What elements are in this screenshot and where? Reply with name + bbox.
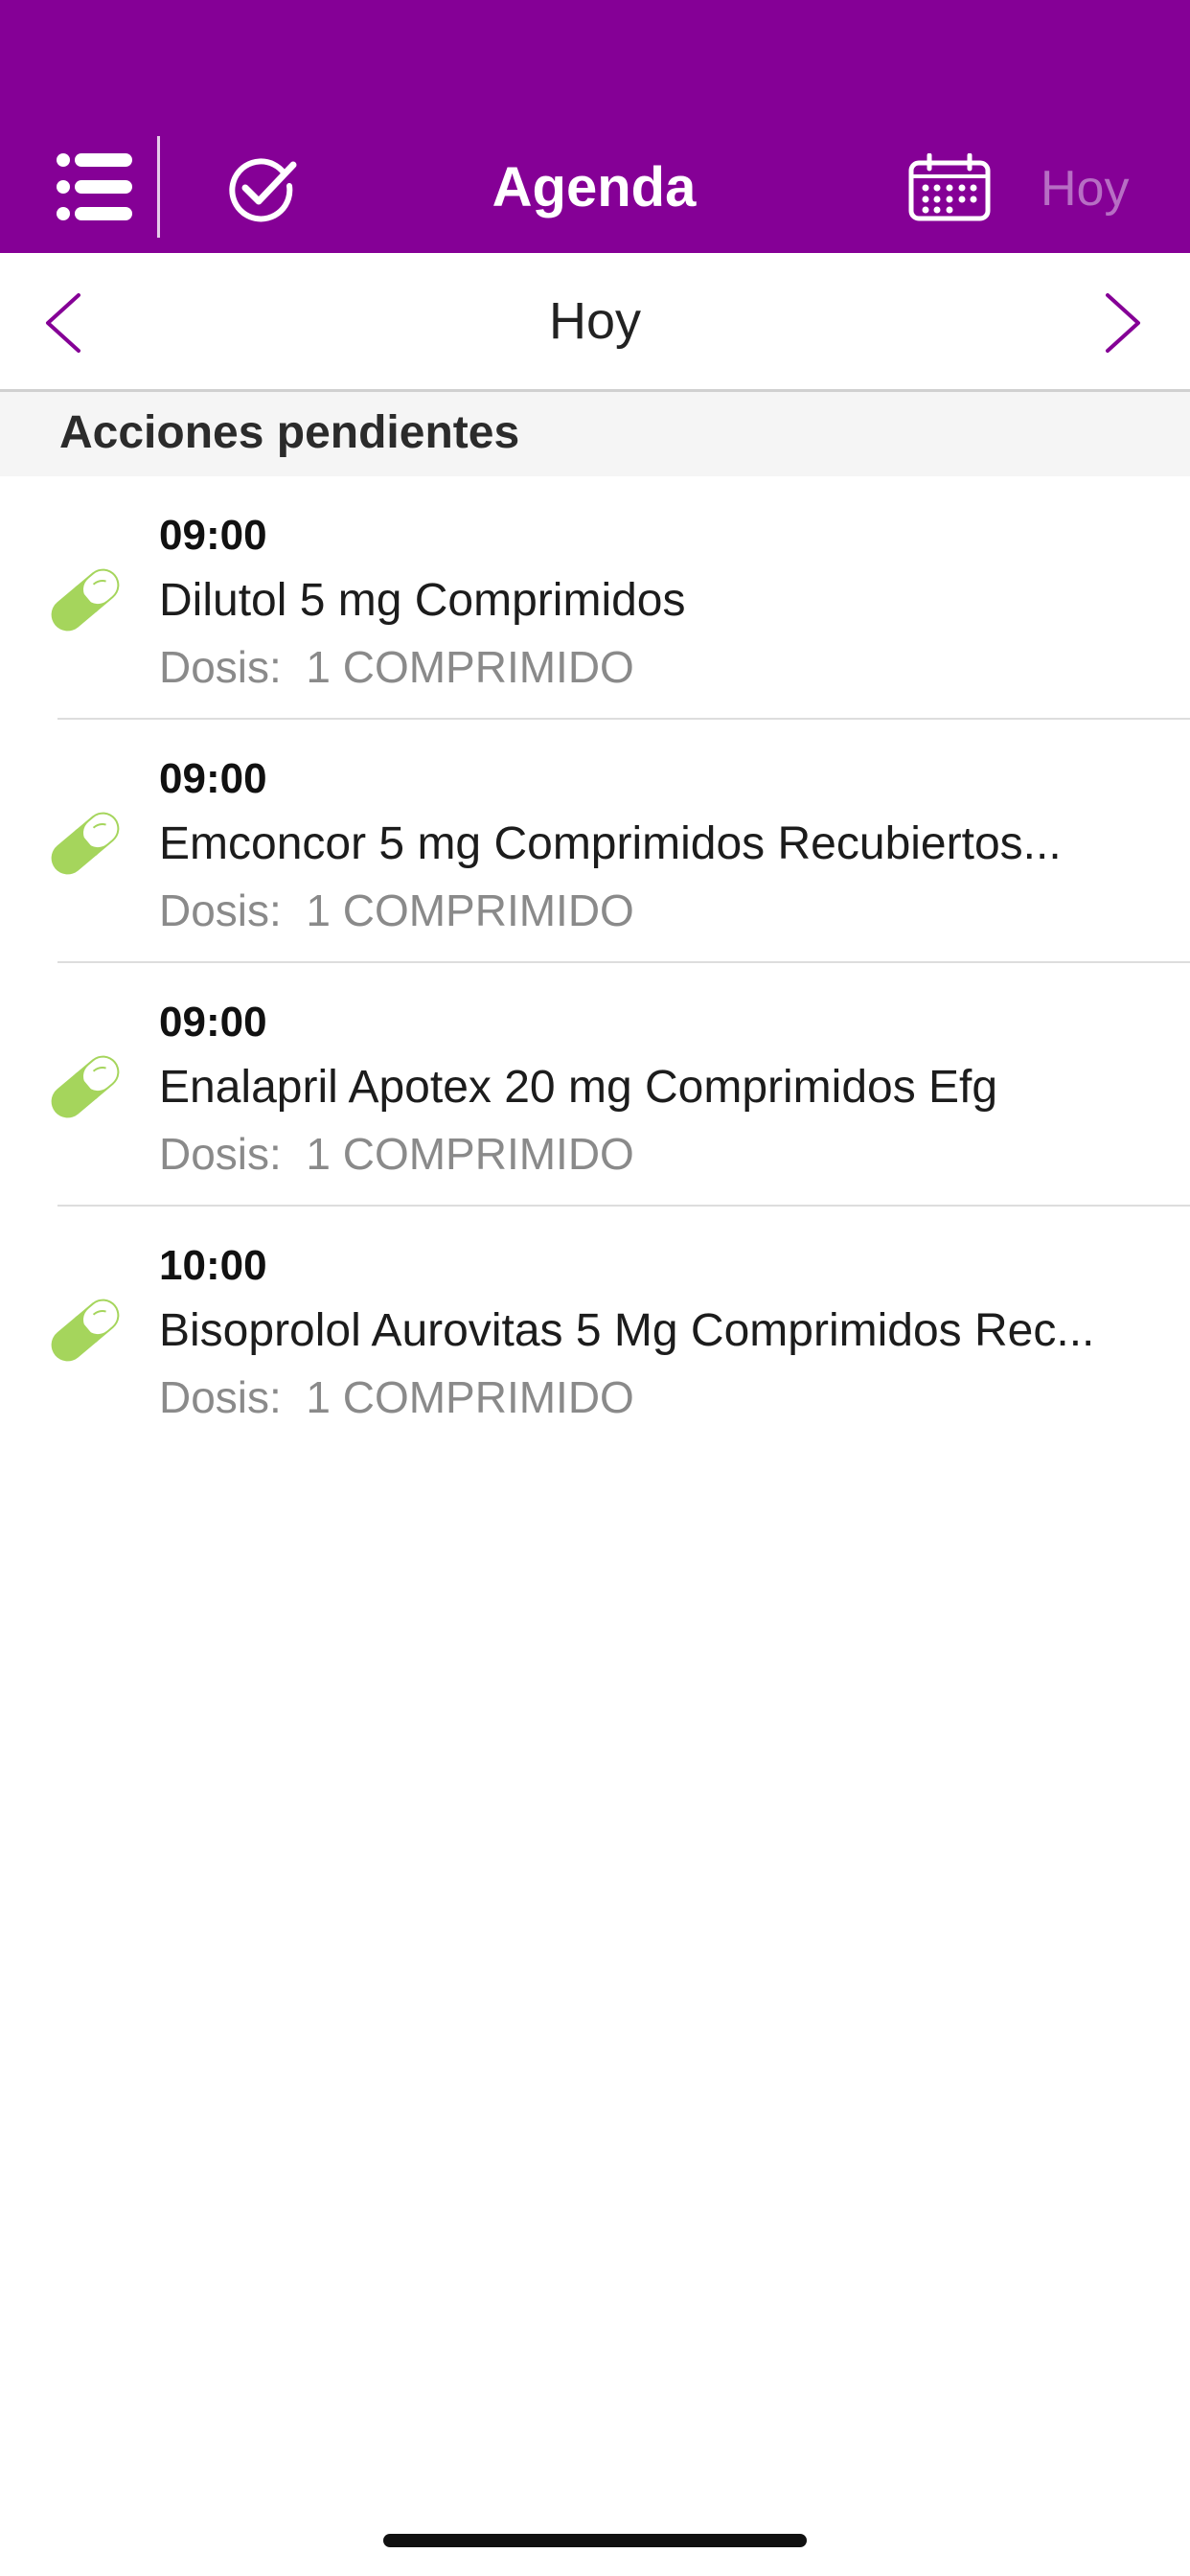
dose-text: Dosis: 1 COMPRIMIDO <box>159 1129 634 1179</box>
dose-text: Dosis: 1 COMPRIMIDO <box>159 1372 634 1422</box>
section-header: Acciones pendientes <box>0 392 1190 476</box>
dose-time: 09:00 <box>159 512 267 559</box>
dose-time: 09:00 <box>159 755 267 802</box>
pill-icon <box>42 1044 128 1130</box>
list-item[interactable]: 10:00 Bisoprolol Aurovitas 5 Mg Comprimi… <box>0 1207 1190 1450</box>
list-item[interactable]: 09:00 Enalapril Apotex 20 mg Comprimidos… <box>0 963 1190 1207</box>
app-header: Agenda Hoy <box>0 0 1190 253</box>
pending-actions-list: 09:00 Dilutol 5 mg Comprimidos Dosis: 1 … <box>0 476 1190 1450</box>
pill-icon <box>42 557 128 643</box>
page-title: Agenda <box>492 156 697 218</box>
date-navigator: Hoy <box>0 253 1190 392</box>
dose-time: 10:00 <box>159 1242 267 1289</box>
dose-text: Dosis: 1 COMPRIMIDO <box>159 886 634 935</box>
pill-icon <box>42 1287 128 1373</box>
pill-icon <box>42 800 128 886</box>
check-circle-icon[interactable] <box>226 153 299 222</box>
home-indicator[interactable] <box>383 2534 807 2547</box>
dose-text: Dosis: 1 COMPRIMIDO <box>159 642 634 692</box>
current-date-label: Hoy <box>548 292 642 350</box>
header-divider <box>157 136 160 238</box>
calendar-icon[interactable] <box>908 152 991 222</box>
medication-name: Enalapril Apotex 20 mg Comprimidos Efg <box>159 1062 998 1113</box>
list-menu-icon[interactable] <box>56 151 134 222</box>
section-title: Acciones pendientes <box>59 407 520 458</box>
list-item[interactable]: 09:00 Emconcor 5 mg Comprimidos Recubier… <box>0 720 1190 963</box>
medication-name: Dilutol 5 mg Comprimidos <box>159 575 686 626</box>
today-button[interactable]: Hoy <box>1041 157 1129 220</box>
dose-time: 09:00 <box>159 999 267 1046</box>
medication-name: Bisoprolol Aurovitas 5 Mg Comprimidos Re… <box>159 1305 1095 1356</box>
medication-name: Emconcor 5 mg Comprimidos Recubiertos... <box>159 818 1062 869</box>
list-item[interactable]: 09:00 Dilutol 5 mg Comprimidos Dosis: 1 … <box>0 476 1190 720</box>
chevron-right-icon[interactable] <box>1102 291 1144 355</box>
